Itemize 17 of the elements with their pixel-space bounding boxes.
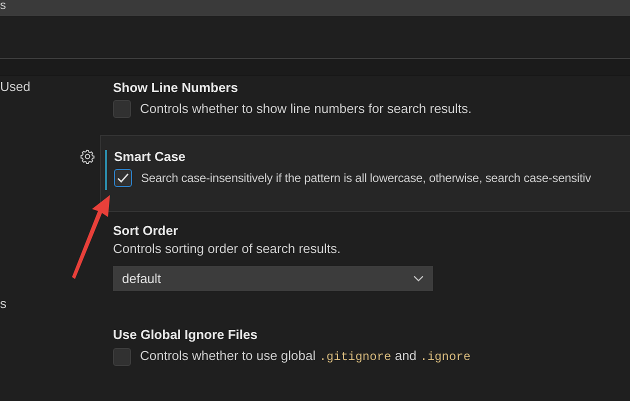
setting-title: Use Global Ignore Files [113, 326, 258, 344]
setting-description: Controls whether to show line numbers for search results. [140, 100, 472, 118]
dropdown[interactable]: default [113, 266, 433, 291]
checkbox[interactable] [113, 100, 131, 118]
setting-title: Show Line Numbers [113, 79, 239, 97]
setting-description: Search case-insensitively if the pattern is all lowercase, otherwise, search case-sensitiv [141, 170, 592, 187]
sidebar-item[interactable]: s [0, 296, 6, 311]
chevron-down-icon [413, 275, 424, 282]
setting-title: Smart Case [114, 148, 187, 166]
setting-description: Controls sorting order of search results. [113, 240, 342, 258]
sidebar-item[interactable]: Used [0, 79, 30, 94]
window-title: s [0, 0, 6, 11]
setting-title: Sort Order [113, 222, 180, 240]
settings-icon[interactable] [80, 149, 95, 164]
checkbox[interactable] [114, 169, 132, 187]
setting-description: Controls whether to use global .gitignore and .ignore [140, 347, 471, 366]
checkbox[interactable] [113, 348, 131, 366]
